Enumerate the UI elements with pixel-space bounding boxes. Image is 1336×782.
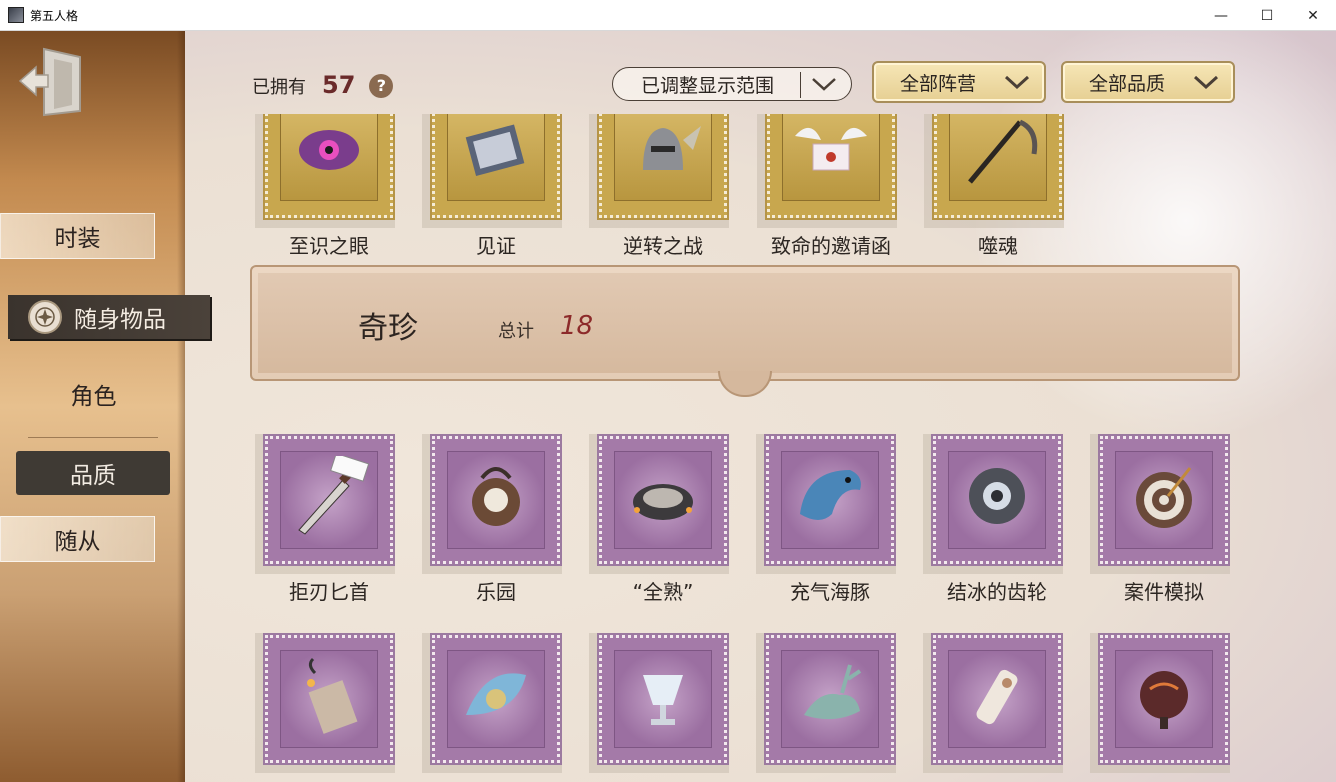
gear-icon (969, 468, 1025, 524)
help-icon[interactable]: ? (369, 73, 394, 98)
tab-followers[interactable]: 随从 (0, 516, 155, 562)
dynamite-icon (307, 657, 358, 734)
item-stamp (927, 430, 1067, 570)
item-stamp (593, 430, 733, 570)
eye-icon (299, 130, 359, 170)
tab-accessories-label: 随身物品 (74, 307, 166, 333)
chevron-down-icon (1004, 75, 1030, 89)
chevron-down-icon (1193, 75, 1219, 89)
item-stamp (927, 629, 1067, 769)
item-stamp (761, 114, 901, 224)
deer-icon (804, 664, 862, 720)
quality-filter-label: 全部品质 (1089, 72, 1166, 95)
item-stamp (259, 629, 399, 769)
subtab-quality-label: 品质 (70, 463, 116, 489)
item-stamp (426, 114, 566, 224)
helmet-icon (643, 126, 701, 170)
item-stamp (259, 114, 399, 224)
section-title: 奇珍 (358, 311, 418, 346)
game-viewport: 时装 随身物品 角色 品质 随从 已拥有 57 ? 已调整显示范围 全部阵营 全… (0, 31, 1336, 782)
tab-accessories[interactable]: 随身物品 (8, 295, 210, 339)
item-stamp (259, 430, 399, 570)
owned-label: 已拥有 (252, 77, 306, 98)
dagger-icon (298, 456, 369, 535)
owned-counter: 已拥有 57 ? (252, 71, 394, 100)
subtab-character[interactable]: 角色 (16, 371, 171, 417)
window-controls: — ☐ ✕ (1198, 0, 1336, 31)
emblem-icon (28, 300, 62, 334)
tab-costume[interactable]: 时装 (0, 213, 155, 259)
item-stamp (928, 114, 1068, 224)
ice-goblet-icon (643, 675, 683, 725)
tab-costume-label: 时装 (54, 226, 101, 252)
dolphin-icon (800, 470, 861, 520)
window-title: 第五人格 (30, 8, 79, 23)
item-stamp (760, 629, 900, 769)
item-stamp (593, 629, 733, 769)
exit-door-icon[interactable] (18, 45, 86, 117)
range-filter-dropdown[interactable]: 已调整显示范围 (612, 67, 852, 101)
range-filter-label: 已调整显示范围 (641, 74, 775, 97)
window-titlebar: 第五人格 — ☐ ✕ (0, 0, 1336, 31)
section-total-label: 总计 (498, 321, 534, 342)
scythe-icon (968, 119, 1038, 184)
item-name: 案件模拟 (1124, 580, 1204, 604)
section-total: 18 (560, 311, 594, 341)
close-button[interactable]: ✕ (1290, 0, 1336, 31)
item-stamp (760, 430, 900, 570)
sidebar-divider (28, 437, 158, 438)
subtab-quality[interactable]: 品质 (16, 451, 170, 495)
target-icon (1136, 467, 1192, 528)
lamp-icon (1140, 671, 1188, 729)
item-stamp (1094, 629, 1234, 769)
book-icon (465, 124, 525, 177)
dropdown-separator (800, 72, 801, 98)
camp-filter-label: 全部阵营 (900, 72, 977, 95)
shell-horn-icon (466, 673, 526, 715)
item-stamp (593, 114, 733, 224)
owned-count: 57 (322, 71, 356, 99)
item-stamp (1094, 430, 1234, 570)
maximize-button[interactable]: ☐ (1244, 0, 1290, 31)
chevron-down-icon (812, 78, 836, 91)
quality-filter-dropdown[interactable]: 全部品质 (1061, 61, 1235, 103)
item-name: 噬魂 (978, 234, 1018, 258)
app-icon (8, 7, 24, 23)
tab-followers-label: 随从 (54, 529, 101, 555)
minimize-button[interactable]: — (1198, 0, 1244, 31)
envelope-icon (795, 127, 867, 171)
bottle-icon (976, 669, 1018, 725)
item-stamp (426, 629, 566, 769)
item-stamp (426, 430, 566, 570)
steak-icon (633, 484, 693, 520)
subtab-character-label: 角色 (70, 384, 117, 410)
camp-filter-dropdown[interactable]: 全部阵营 (872, 61, 1046, 103)
paradise-icon (472, 467, 520, 526)
